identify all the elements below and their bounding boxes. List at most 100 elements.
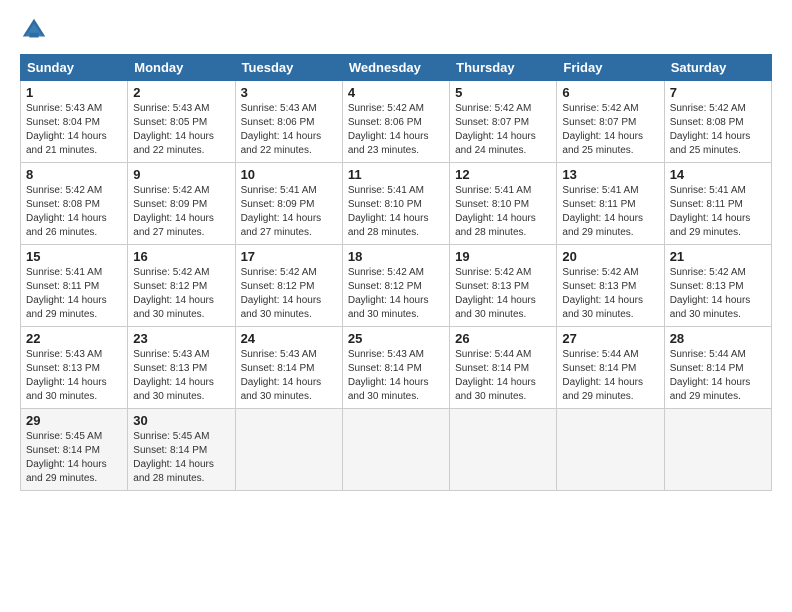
day-number: 29 (26, 413, 122, 428)
col-header-thursday: Thursday (450, 55, 557, 81)
sunrise-text: Sunrise: 5:43 AMSunset: 8:06 PMDaylight:… (241, 103, 322, 156)
sunrise-text: Sunrise: 5:43 AMSunset: 8:13 PMDaylight:… (133, 349, 214, 402)
day-cell: 5 Sunrise: 5:42 AMSunset: 8:07 PMDaylight… (450, 81, 557, 163)
sunrise-text: Sunrise: 5:42 AMSunset: 8:07 PMDaylight:… (455, 103, 536, 156)
calendar-table: SundayMondayTuesdayWednesdayThursdayFrid… (20, 54, 772, 491)
day-cell: 13 Sunrise: 5:41 AMSunset: 8:11 PMDayligh… (557, 163, 664, 245)
sunrise-text: Sunrise: 5:42 AMSunset: 8:13 PMDaylight:… (670, 267, 751, 320)
col-header-saturday: Saturday (664, 55, 771, 81)
day-number: 22 (26, 331, 122, 346)
day-number: 28 (670, 331, 766, 346)
col-header-monday: Monday (128, 55, 235, 81)
day-cell: 15Sunrise: 5:41 AMSunset: 8:11 PMDayligh… (21, 245, 128, 327)
page: SundayMondayTuesdayWednesdayThursdayFrid… (0, 0, 792, 507)
day-number: 14 (670, 167, 766, 182)
sunrise-text: Sunrise: 5:41 AMSunset: 8:09 PMDaylight:… (241, 185, 322, 238)
day-number: 3 (241, 85, 337, 100)
day-number: 27 (562, 331, 658, 346)
sunrise-text: Sunrise: 5:42 AMSunset: 8:13 PMDaylight:… (562, 267, 643, 320)
day-cell: 12 Sunrise: 5:41 AMSunset: 8:10 PMDayligh… (450, 163, 557, 245)
col-header-wednesday: Wednesday (342, 55, 449, 81)
day-number: 16 (133, 249, 229, 264)
day-cell: 6Sunrise: 5:42 AMSunset: 8:07 PMDaylight… (557, 81, 664, 163)
day-cell: 24 Sunrise: 5:43 AMSunset: 8:14 PMDayligh… (235, 327, 342, 409)
sunrise-text: Sunrise: 5:42 AMSunset: 8:08 PMDaylight:… (26, 185, 107, 238)
day-cell: 4Sunrise: 5:42 AMSunset: 8:06 PMDaylight… (342, 81, 449, 163)
sunrise-text: Sunrise: 5:41 AMSunset: 8:10 PMDaylight:… (455, 185, 536, 238)
day-number: 26 (455, 331, 551, 346)
week-row-4: 22 Sunrise: 5:43 AMSunset: 8:13 PMDayligh… (21, 327, 772, 409)
sunrise-text: Sunrise: 5:41 AMSunset: 8:11 PMDaylight:… (670, 185, 751, 238)
sunrise-text: Sunrise: 5:42 AMSunset: 8:12 PMDaylight:… (133, 267, 214, 320)
day-cell: 25 Sunrise: 5:43 AMSunset: 8:14 PMDayligh… (342, 327, 449, 409)
sunrise-text: Sunrise: 5:42 AMSunset: 8:08 PMDaylight:… (670, 103, 751, 156)
day-cell (235, 409, 342, 491)
logo-icon (20, 16, 48, 44)
col-header-sunday: Sunday (21, 55, 128, 81)
sunrise-text: Sunrise: 5:44 AMSunset: 8:14 PMDaylight:… (562, 349, 643, 402)
week-row-5: 29 Sunrise: 5:45 AMSunset: 8:14 PMDayligh… (21, 409, 772, 491)
day-cell: 21 Sunrise: 5:42 AMSunset: 8:13 PMDayligh… (664, 245, 771, 327)
day-cell: 20 Sunrise: 5:42 AMSunset: 8:13 PMDayligh… (557, 245, 664, 327)
sunrise-text: Sunrise: 5:43 AMSunset: 8:13 PMDaylight:… (26, 349, 107, 402)
day-cell: 1Sunrise: 5:43 AMSunset: 8:04 PMDaylight… (21, 81, 128, 163)
day-number: 15 (26, 249, 122, 264)
col-header-tuesday: Tuesday (235, 55, 342, 81)
day-cell: 2 Sunrise: 5:43 AMSunset: 8:05 PMDaylight… (128, 81, 235, 163)
day-number: 6 (562, 85, 658, 100)
day-number: 13 (562, 167, 658, 182)
sunrise-text: Sunrise: 5:43 AMSunset: 8:14 PMDaylight:… (241, 349, 322, 402)
sunrise-text: Sunrise: 5:42 AMSunset: 8:13 PMDaylight:… (455, 267, 536, 320)
day-cell: 14 Sunrise: 5:41 AMSunset: 8:11 PMDayligh… (664, 163, 771, 245)
sunrise-text: Sunrise: 5:43 AMSunset: 8:14 PMDaylight:… (348, 349, 429, 402)
sunrise-text: Sunrise: 5:41 AMSunset: 8:10 PMDaylight:… (348, 185, 429, 238)
day-number: 19 (455, 249, 551, 264)
day-cell: 9Sunrise: 5:42 AMSunset: 8:09 PMDaylight… (128, 163, 235, 245)
day-number: 20 (562, 249, 658, 264)
day-cell (557, 409, 664, 491)
sunrise-text: Sunrise: 5:45 AMSunset: 8:14 PMDaylight:… (26, 431, 107, 484)
day-number: 2 (133, 85, 229, 100)
day-cell: 10 Sunrise: 5:41 AMSunset: 8:09 PMDayligh… (235, 163, 342, 245)
day-number: 30 (133, 413, 229, 428)
day-cell: 19 Sunrise: 5:42 AMSunset: 8:13 PMDayligh… (450, 245, 557, 327)
day-number: 1 (26, 85, 122, 100)
day-cell: 23 Sunrise: 5:43 AMSunset: 8:13 PMDayligh… (128, 327, 235, 409)
sunrise-text: Sunrise: 5:44 AMSunset: 8:14 PMDaylight:… (670, 349, 751, 402)
header-row: SundayMondayTuesdayWednesdayThursdayFrid… (21, 55, 772, 81)
day-cell: 18 Sunrise: 5:42 AMSunset: 8:12 PMDayligh… (342, 245, 449, 327)
week-row-2: 8 Sunrise: 5:42 AMSunset: 8:08 PMDaylight… (21, 163, 772, 245)
day-cell: 7 Sunrise: 5:42 AMSunset: 8:08 PMDaylight… (664, 81, 771, 163)
day-number: 7 (670, 85, 766, 100)
day-number: 5 (455, 85, 551, 100)
day-number: 25 (348, 331, 444, 346)
day-number: 24 (241, 331, 337, 346)
logo (20, 16, 50, 44)
sunrise-text: Sunrise: 5:44 AMSunset: 8:14 PMDaylight:… (455, 349, 536, 402)
week-row-3: 15Sunrise: 5:41 AMSunset: 8:11 PMDayligh… (21, 245, 772, 327)
sunrise-text: Sunrise: 5:42 AMSunset: 8:12 PMDaylight:… (348, 267, 429, 320)
day-number: 11 (348, 167, 444, 182)
sunrise-text: Sunrise: 5:43 AMSunset: 8:05 PMDaylight:… (133, 103, 214, 156)
day-number: 21 (670, 249, 766, 264)
day-number: 4 (348, 85, 444, 100)
sunrise-text: Sunrise: 5:45 AMSunset: 8:14 PMDaylight:… (133, 431, 214, 484)
day-number: 23 (133, 331, 229, 346)
day-number: 18 (348, 249, 444, 264)
header-area (20, 16, 772, 44)
day-cell: 26 Sunrise: 5:44 AMSunset: 8:14 PMDayligh… (450, 327, 557, 409)
sunrise-text: Sunrise: 5:42 AMSunset: 8:12 PMDaylight:… (241, 267, 322, 320)
day-cell: 8 Sunrise: 5:42 AMSunset: 8:08 PMDaylight… (21, 163, 128, 245)
day-cell: 27 Sunrise: 5:44 AMSunset: 8:14 PMDayligh… (557, 327, 664, 409)
day-number: 12 (455, 167, 551, 182)
sunrise-text: Sunrise: 5:41 AMSunset: 8:11 PMDaylight:… (562, 185, 643, 238)
day-number: 10 (241, 167, 337, 182)
day-cell (664, 409, 771, 491)
day-cell (450, 409, 557, 491)
day-cell: 22 Sunrise: 5:43 AMSunset: 8:13 PMDayligh… (21, 327, 128, 409)
day-cell: 30 Sunrise: 5:45 AMSunset: 8:14 PMDayligh… (128, 409, 235, 491)
day-number: 8 (26, 167, 122, 182)
day-cell: 3 Sunrise: 5:43 AMSunset: 8:06 PMDaylight… (235, 81, 342, 163)
day-cell (342, 409, 449, 491)
day-cell: 17Sunrise: 5:42 AMSunset: 8:12 PMDayligh… (235, 245, 342, 327)
